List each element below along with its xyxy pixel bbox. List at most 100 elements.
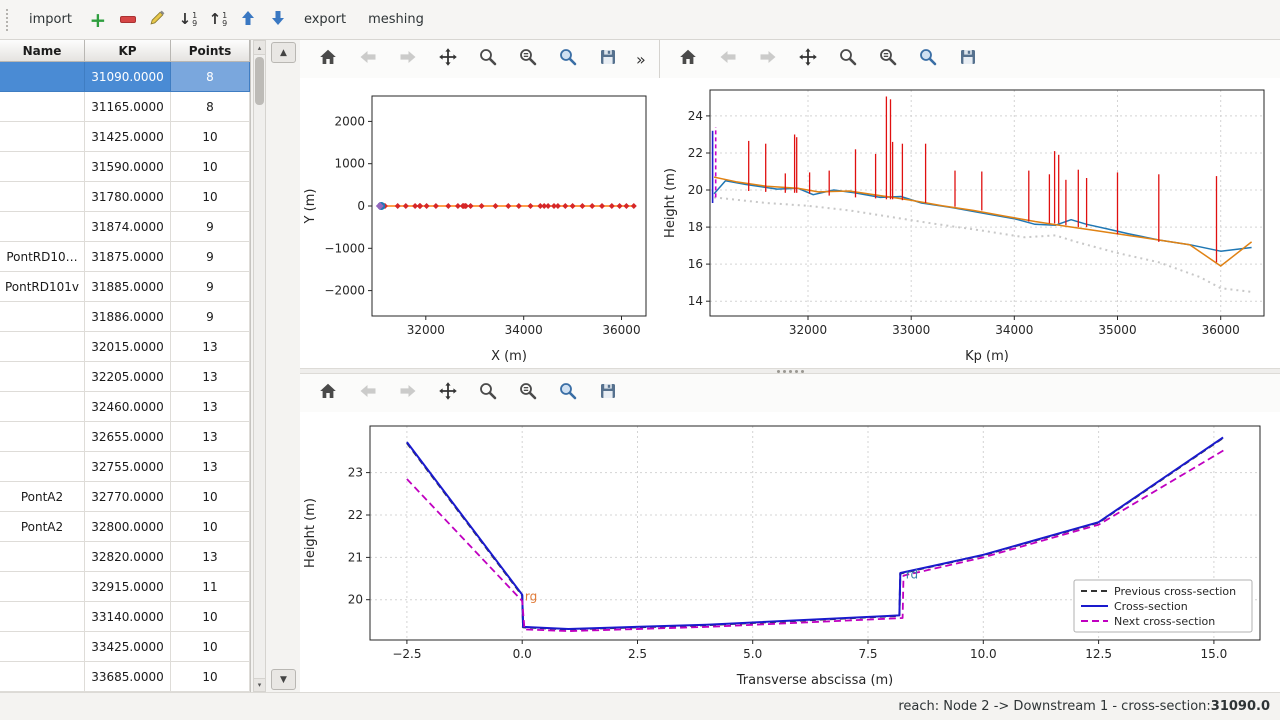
customize-button[interactable] bbox=[912, 44, 944, 74]
back-button[interactable] bbox=[352, 44, 384, 74]
table-row[interactable]: 31090.00008 bbox=[0, 62, 250, 92]
customize-button[interactable] bbox=[552, 44, 584, 74]
cell-name[interactable] bbox=[0, 122, 85, 152]
cell-name[interactable] bbox=[0, 542, 85, 572]
cell-name[interactable]: PontRD101v bbox=[0, 272, 85, 302]
cell-points[interactable]: 9 bbox=[171, 242, 250, 272]
longitudinal-profile-plot[interactable]: 3200033000340003500036000141618202224Kp … bbox=[660, 78, 1280, 368]
next-cross-section-button[interactable]: ▼ bbox=[271, 669, 296, 690]
cell-kp[interactable]: 32015.0000 bbox=[85, 332, 171, 362]
cell-kp[interactable]: 31425.0000 bbox=[85, 122, 171, 152]
move-down-button[interactable] bbox=[265, 7, 291, 33]
save-button[interactable] bbox=[952, 44, 984, 74]
forward-button[interactable] bbox=[752, 44, 784, 74]
table-row[interactable]: 33685.000010 bbox=[0, 662, 250, 692]
cell-name[interactable] bbox=[0, 632, 85, 662]
sort-descending-button[interactable]: ↓ 19 bbox=[175, 7, 201, 33]
table-row[interactable]: 32015.000013 bbox=[0, 332, 250, 362]
cell-name[interactable] bbox=[0, 332, 85, 362]
cell-kp[interactable]: 33140.0000 bbox=[85, 602, 171, 632]
cell-points[interactable]: 8 bbox=[171, 92, 250, 122]
subplots-button[interactable] bbox=[512, 44, 544, 74]
table-scrollbar[interactable]: ▴ ▾ bbox=[253, 40, 266, 692]
cell-kp[interactable]: 32755.0000 bbox=[85, 452, 171, 482]
plan-view-plot[interactable]: 320003400036000−2000−1000010002000X (m)Y… bbox=[300, 78, 660, 368]
cell-points[interactable]: 10 bbox=[171, 482, 250, 512]
table-row[interactable]: 32655.000013 bbox=[0, 422, 250, 452]
cell-kp[interactable]: 31874.0000 bbox=[85, 212, 171, 242]
cell-name[interactable] bbox=[0, 182, 85, 212]
table-row[interactable]: 31886.00009 bbox=[0, 302, 250, 332]
pan-button[interactable] bbox=[432, 378, 464, 408]
cell-points[interactable]: 10 bbox=[171, 602, 250, 632]
subplots-button[interactable] bbox=[872, 44, 904, 74]
pan-button[interactable] bbox=[432, 44, 464, 74]
column-header-points[interactable]: Points bbox=[171, 40, 250, 62]
cell-points[interactable]: 13 bbox=[171, 392, 250, 422]
cell-kp[interactable]: 32770.0000 bbox=[85, 482, 171, 512]
cell-kp[interactable]: 32915.0000 bbox=[85, 572, 171, 602]
table-row[interactable]: 32915.000011 bbox=[0, 572, 250, 602]
cell-name[interactable] bbox=[0, 62, 85, 92]
cell-name[interactable] bbox=[0, 392, 85, 422]
menu-import[interactable]: import bbox=[20, 8, 81, 31]
table-row[interactable]: 31780.000010 bbox=[0, 182, 250, 212]
menu-export[interactable]: export bbox=[295, 8, 355, 31]
cell-points[interactable]: 13 bbox=[171, 362, 250, 392]
table-row[interactable]: PontRD101v31885.00009 bbox=[0, 272, 250, 302]
cell-kp[interactable]: 33425.0000 bbox=[85, 632, 171, 662]
cell-points[interactable]: 13 bbox=[171, 422, 250, 452]
table-row[interactable]: 31425.000010 bbox=[0, 122, 250, 152]
forward-button[interactable] bbox=[392, 378, 424, 408]
cell-points[interactable]: 10 bbox=[171, 632, 250, 662]
cell-name[interactable] bbox=[0, 452, 85, 482]
save-button[interactable] bbox=[592, 44, 624, 74]
cell-kp[interactable]: 31885.0000 bbox=[85, 272, 171, 302]
customize-button[interactable] bbox=[552, 378, 584, 408]
home-button[interactable] bbox=[672, 44, 704, 74]
cell-name[interactable] bbox=[0, 572, 85, 602]
save-button[interactable] bbox=[592, 378, 624, 408]
sort-ascending-button[interactable]: ↑ 19 bbox=[205, 7, 231, 33]
cell-name[interactable] bbox=[0, 362, 85, 392]
cell-kp[interactable]: 31780.0000 bbox=[85, 182, 171, 212]
cell-points[interactable]: 10 bbox=[171, 512, 250, 542]
cell-kp[interactable]: 32820.0000 bbox=[85, 542, 171, 572]
cell-name[interactable] bbox=[0, 92, 85, 122]
cell-points[interactable]: 13 bbox=[171, 332, 250, 362]
zoom-rect-button[interactable] bbox=[832, 44, 864, 74]
cell-points[interactable]: 10 bbox=[171, 152, 250, 182]
remove-cross-section-button[interactable] bbox=[115, 7, 141, 33]
cell-kp[interactable]: 31886.0000 bbox=[85, 302, 171, 332]
scrollbar-up-icon[interactable]: ▴ bbox=[254, 41, 265, 55]
table-row[interactable]: 33425.000010 bbox=[0, 632, 250, 662]
table-row[interactable]: 32205.000013 bbox=[0, 362, 250, 392]
cell-name[interactable] bbox=[0, 152, 85, 182]
cell-name[interactable] bbox=[0, 662, 85, 692]
cell-points[interactable]: 8 bbox=[171, 62, 250, 92]
cell-points[interactable]: 9 bbox=[171, 272, 250, 302]
cross-section-plot[interactable]: rgrd−2.50.02.55.07.510.012.515.020212223… bbox=[300, 412, 1280, 692]
cell-name[interactable] bbox=[0, 212, 85, 242]
table-row[interactable]: PontRD10…31875.00009 bbox=[0, 242, 250, 272]
table-row[interactable]: 32460.000013 bbox=[0, 392, 250, 422]
cell-kp[interactable]: 31875.0000 bbox=[85, 242, 171, 272]
edit-button[interactable] bbox=[145, 7, 171, 33]
cell-points[interactable]: 10 bbox=[171, 182, 250, 212]
table-row[interactable]: PontA232800.000010 bbox=[0, 512, 250, 542]
home-button[interactable] bbox=[312, 378, 344, 408]
cell-name[interactable]: PontA2 bbox=[0, 512, 85, 542]
cell-kp[interactable]: 32655.0000 bbox=[85, 422, 171, 452]
cell-points[interactable]: 13 bbox=[171, 542, 250, 572]
table-row[interactable]: 31165.00008 bbox=[0, 92, 250, 122]
cell-kp[interactable]: 31165.0000 bbox=[85, 92, 171, 122]
cell-kp[interactable]: 32800.0000 bbox=[85, 512, 171, 542]
table-row[interactable]: PontA232770.000010 bbox=[0, 482, 250, 512]
column-header-name[interactable]: Name bbox=[0, 40, 85, 62]
move-up-button[interactable] bbox=[235, 7, 261, 33]
back-button[interactable] bbox=[352, 378, 384, 408]
cell-kp[interactable]: 31090.0000 bbox=[85, 62, 171, 92]
add-cross-section-button[interactable]: + bbox=[85, 7, 111, 33]
table-row[interactable]: 31874.00009 bbox=[0, 212, 250, 242]
cell-name[interactable] bbox=[0, 302, 85, 332]
